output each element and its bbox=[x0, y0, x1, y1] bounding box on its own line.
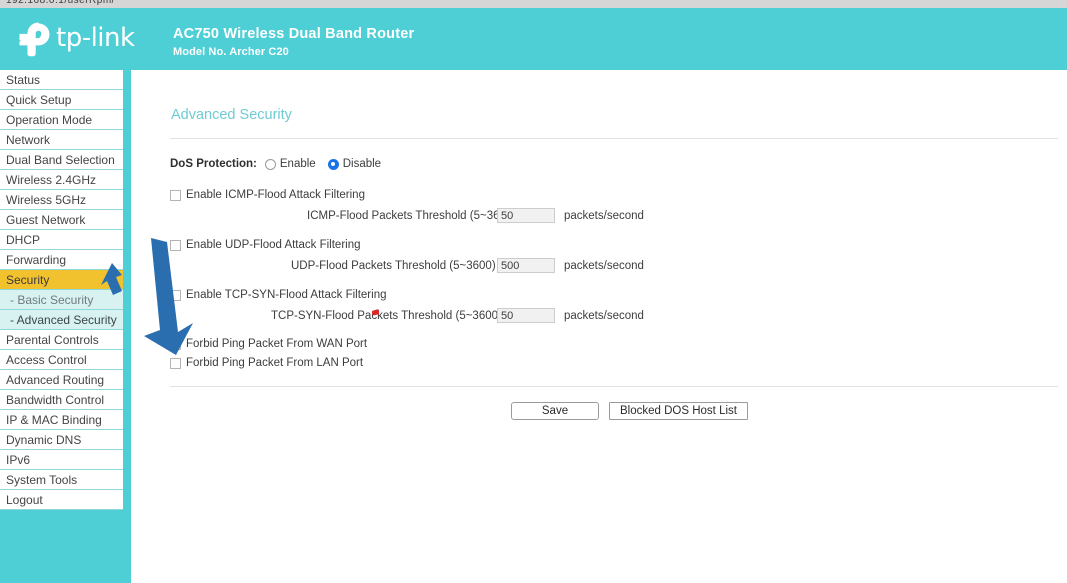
sidebar-item-access-control[interactable]: Access Control bbox=[0, 350, 123, 370]
icmp-threshold-unit: packets/second bbox=[564, 209, 644, 222]
icmp-threshold-label: ICMP-Flood Packets Threshold (5~3600): bbox=[307, 209, 520, 222]
sidebar-item-guest-network[interactable]: Guest Network bbox=[0, 210, 123, 230]
browser-chrome-strip: 192.168.0.1/userRpm/ bbox=[0, 0, 1067, 8]
dos-enable-radio[interactable] bbox=[264, 158, 276, 170]
forbid-ping-lan-checkbox[interactable] bbox=[170, 357, 181, 369]
sidebar-item-ip-mac-binding[interactable]: IP & MAC Binding bbox=[0, 410, 123, 430]
form-actions: Save Blocked DOS Host List bbox=[511, 402, 748, 420]
icmp-flood-checkbox[interactable] bbox=[170, 189, 181, 201]
sidebar: Status Quick Setup Operation Mode Network Du… bbox=[0, 70, 131, 583]
forbid-ping-wan-label[interactable]: Forbid Ping Packet From WAN Port bbox=[186, 338, 367, 350]
tp-link-logo-icon bbox=[19, 22, 50, 57]
forbid-ping-wan-checkbox[interactable] bbox=[170, 338, 181, 350]
sidebar-item-security[interactable]: Security bbox=[0, 270, 123, 290]
product-model: Model No. Archer C20 bbox=[173, 46, 289, 58]
dos-protection-row: DoS Protection: Enable Disable bbox=[170, 158, 393, 170]
tp-link-logo-text: tp-link bbox=[56, 23, 135, 53]
sidebar-item-system-tools[interactable]: System Tools bbox=[0, 470, 123, 490]
forbid-ping-wan-row[interactable]: Forbid Ping Packet From WAN Port bbox=[170, 338, 367, 350]
dos-enable-label[interactable]: Enable bbox=[280, 158, 316, 170]
tcpsyn-flood-checkbox-label[interactable]: Enable TCP-SYN-Flood Attack Filtering bbox=[186, 289, 386, 301]
sidebar-item-ipv6[interactable]: IPv6 bbox=[0, 450, 123, 470]
sidebar-item-operation-mode[interactable]: Operation Mode bbox=[0, 110, 123, 130]
udp-threshold-row: UDP-Flood Packets Threshold (5~3600) : p… bbox=[291, 258, 644, 273]
tcpsyn-flood-checkbox[interactable] bbox=[170, 289, 181, 301]
product-info: AC750 Wireless Dual Band Router Model No… bbox=[173, 26, 414, 60]
sidebar-item-basic-security[interactable]: - Basic Security bbox=[0, 290, 123, 310]
dos-protection-label: DoS Protection: bbox=[170, 158, 257, 170]
udp-flood-checkbox-label[interactable]: Enable UDP-Flood Attack Filtering bbox=[186, 239, 361, 251]
sidebar-item-wireless-5ghz[interactable]: Wireless 5GHz bbox=[0, 190, 123, 210]
router-admin-page: 192.168.0.1/userRpm/ tp-link AC750 Wirel… bbox=[0, 0, 1067, 583]
icmp-flood-checkbox-label[interactable]: Enable ICMP-Flood Attack Filtering bbox=[186, 189, 365, 201]
dos-disable-label[interactable]: Disable bbox=[343, 158, 381, 170]
browser-address-ghost-text: 192.168.0.1/userRpm/ bbox=[6, 0, 115, 6]
icmp-flood-checkbox-row[interactable]: Enable ICMP-Flood Attack Filtering bbox=[170, 189, 365, 201]
forbid-ping-lan-label[interactable]: Forbid Ping Packet From LAN Port bbox=[186, 357, 363, 369]
sidebar-item-quick-setup[interactable]: Quick Setup bbox=[0, 90, 123, 110]
tcpsyn-threshold-unit: packets/second bbox=[564, 309, 644, 322]
udp-threshold-unit: packets/second bbox=[564, 259, 644, 272]
blocked-dos-host-list-button[interactable]: Blocked DOS Host List bbox=[609, 402, 748, 420]
page-header: tp-link AC750 Wireless Dual Band Router … bbox=[0, 8, 1067, 70]
tcpsyn-flood-checkbox-row[interactable]: Enable TCP-SYN-Flood Attack Filtering bbox=[170, 289, 386, 301]
sidebar-menu: Status Quick Setup Operation Mode Network Du… bbox=[0, 70, 123, 510]
sidebar-item-forwarding[interactable]: Forwarding bbox=[0, 250, 123, 270]
advanced-security-form: DoS Protection: Enable Disable Enable IC… bbox=[131, 70, 1067, 583]
icmp-threshold-input[interactable] bbox=[497, 208, 555, 223]
save-button[interactable]: Save bbox=[511, 402, 599, 420]
udp-flood-checkbox[interactable] bbox=[170, 239, 181, 251]
sidebar-item-dynamic-dns[interactable]: Dynamic DNS bbox=[0, 430, 123, 450]
icmp-threshold-row: ICMP-Flood Packets Threshold (5~3600): p… bbox=[307, 208, 644, 223]
sidebar-item-status[interactable]: Status bbox=[0, 70, 123, 90]
main-content: Advanced Security DoS Protection: Enable… bbox=[131, 70, 1067, 583]
sidebar-item-dhcp[interactable]: DHCP bbox=[0, 230, 123, 250]
udp-threshold-input[interactable] bbox=[497, 258, 555, 273]
sidebar-item-network[interactable]: Network bbox=[0, 130, 123, 150]
forbid-ping-lan-row[interactable]: Forbid Ping Packet From LAN Port bbox=[170, 357, 363, 369]
sidebar-item-wireless-2-4ghz[interactable]: Wireless 2.4GHz bbox=[0, 170, 123, 190]
dos-disable-radio[interactable] bbox=[327, 158, 339, 170]
sidebar-item-parental-controls[interactable]: Parental Controls bbox=[0, 330, 123, 350]
sidebar-item-dual-band-selection[interactable]: Dual Band Selection bbox=[0, 150, 123, 170]
product-title: AC750 Wireless Dual Band Router bbox=[173, 26, 415, 42]
sidebar-item-advanced-routing[interactable]: Advanced Routing bbox=[0, 370, 123, 390]
tp-link-logo: tp-link bbox=[8, 18, 148, 64]
tcpsyn-threshold-row: TCP-SYN-Flood Packets Threshold (5~3600)… bbox=[271, 308, 644, 323]
sidebar-item-bandwidth-control[interactable]: Bandwidth Control bbox=[0, 390, 123, 410]
sidebar-item-logout[interactable]: Logout bbox=[0, 490, 123, 510]
sidebar-item-advanced-security[interactable]: - Advanced Security bbox=[0, 310, 123, 330]
udp-threshold-label: UDP-Flood Packets Threshold (5~3600) : bbox=[291, 259, 503, 272]
tcpsyn-threshold-input[interactable] bbox=[497, 308, 555, 323]
udp-flood-checkbox-row[interactable]: Enable UDP-Flood Attack Filtering bbox=[170, 239, 361, 251]
